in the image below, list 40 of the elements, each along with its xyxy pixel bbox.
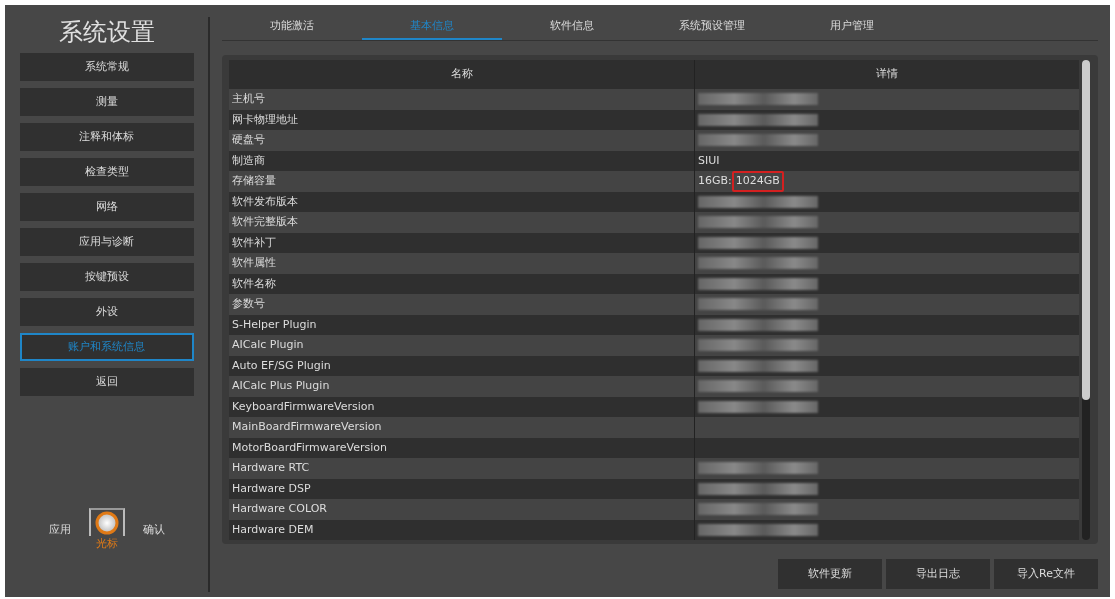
table-cell-text: 16GB: [698, 173, 732, 189]
action-button[interactable]: 软件更新 [778, 559, 882, 589]
tab[interactable]: 用户管理 [782, 17, 922, 40]
column-header: 详情 [875, 66, 899, 83]
table-cell: Hardware COLOR [229, 499, 695, 520]
sidebar-item[interactable]: 测量 [19, 88, 194, 116]
table-cell: MainBoardFirmwareVersion [229, 417, 695, 438]
table-cell: 存储容量 [229, 171, 695, 192]
table-cell: 软件完整版本 [229, 212, 695, 233]
scrollbar[interactable] [1082, 60, 1090, 540]
sidebar-item[interactable]: 网络 [19, 193, 194, 221]
table-cell: 主机号 [229, 89, 695, 110]
settings-title: 系统设置 [58, 17, 155, 47]
sidebar-item[interactable]: 应用与诊断 [19, 228, 194, 256]
tab[interactable]: 功能激活 [222, 17, 362, 40]
table-cell: Hardware RTC [229, 458, 695, 479]
table-cell: AICalc Plus Plugin [229, 376, 695, 397]
table-cell: Hardware DEM [229, 519, 695, 540]
cursor-knob[interactable] [88, 507, 125, 536]
cursor-label: 光标 [95, 535, 118, 552]
table-cell: 参数号 [229, 294, 695, 315]
table-cell: SIUI [698, 152, 720, 169]
sidebar-item[interactable]: 返回 [19, 368, 194, 396]
apply-label: 应用 [48, 521, 71, 538]
table-cell: AICalc Plugin [229, 335, 695, 356]
table-cell: 硬盘号 [229, 130, 695, 151]
sidebar-item[interactable]: 外设 [19, 298, 194, 326]
action-button[interactable]: 导入Re文件 [994, 559, 1098, 589]
tab[interactable]: 系统预设管理 [642, 17, 782, 40]
sidebar-item[interactable]: 注释和体标 [19, 123, 194, 151]
scrollbar-thumb[interactable] [1082, 60, 1090, 400]
action-button[interactable]: 导出日志 [886, 559, 990, 589]
sidebar-item[interactable]: 检查类型 [19, 158, 194, 186]
trackball-icon [94, 510, 119, 535]
sidebar-item[interactable]: 按键预设 [19, 263, 194, 291]
table-cell: 软件属性 [229, 253, 695, 274]
sidebar-item[interactable]: 系统常规 [19, 53, 194, 81]
tab[interactable]: 软件信息 [502, 17, 642, 40]
confirm-label: 确认 [142, 521, 165, 538]
highlighted-value: 1024GB [731, 171, 784, 192]
